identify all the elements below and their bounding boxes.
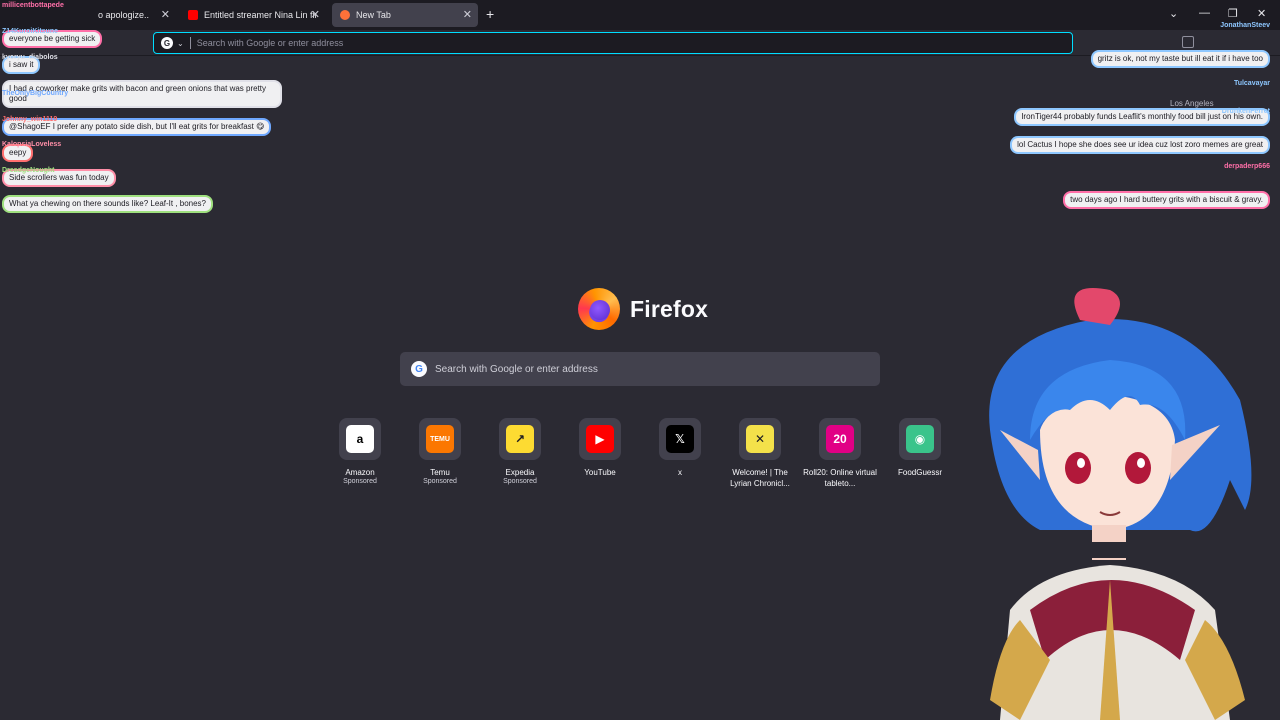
vtuber-avatar (989, 288, 1252, 720)
tile-label: Roll20: Online virtual tableto... (803, 468, 877, 488)
tile-label: FoodGuessr (897, 468, 943, 477)
google-icon: G (411, 361, 427, 377)
youtube-icon: ▶ (586, 425, 614, 453)
foodguessr-icon: ◉ (906, 425, 934, 453)
tile-icon-frame: a (339, 418, 381, 460)
chat-username: derpaderp666 (1224, 163, 1270, 170)
tab-title: o apologize.. (98, 10, 150, 20)
top-site-tile[interactable]: TEMU Temu Sponsored (400, 418, 480, 489)
tab-entitled-streamer[interactable]: Entitled streamer Nina Lin finall ✕ (180, 3, 326, 27)
search-engine-icon[interactable]: G (161, 37, 173, 49)
chevron-down-icon[interactable]: ⌄ (177, 39, 184, 48)
top-sites: a Amazon Sponsored TEMU Temu Sponsored ↗ Expedi… (320, 418, 960, 489)
tile-label: Welcome! | The Lyrian Chronicl... (730, 468, 790, 488)
address-bar[interactable]: G ⌄ (153, 32, 1073, 54)
chat-username: Johnny_win1119 (2, 116, 58, 123)
restore-icon[interactable]: ❐ (1228, 7, 1238, 20)
chat-username: KalopsiaLoveless (2, 141, 62, 148)
tab-title: Entitled streamer Nina Lin finall (204, 10, 316, 20)
tile-icon-frame: ◉ (899, 418, 941, 460)
chat-username: TheOnlyBigCountry (2, 90, 69, 97)
chat-message: derpaderp666 two days ago I hard buttery … (1063, 163, 1270, 209)
close-icon[interactable]: ✕ (311, 8, 320, 21)
chat-username: DreadgeNought (2, 167, 55, 174)
tab-previous[interactable]: o apologize.. ✕ (90, 3, 176, 27)
chat-message: JonathanSteev gritz is ok, not my taste b… (1090, 22, 1270, 68)
top-site-tile[interactable]: ↗ Expedia Sponsored (480, 418, 560, 489)
sponsored-label: Sponsored (423, 478, 457, 485)
url-input[interactable] (196, 38, 1057, 48)
newtab-search-box[interactable]: G Search with Google or enter address (400, 352, 880, 386)
brand-wordmark: Firefox (630, 295, 709, 322)
chat-message: DrunkenFerret lol Cactus I hope she does … (1010, 108, 1270, 154)
minimize-icon[interactable]: — (1199, 7, 1210, 19)
x-icon: 𝕏 (666, 425, 694, 453)
top-site-tile[interactable]: 20 Roll20: Online virtual tableto... (800, 418, 880, 489)
roll20-icon: 20 (826, 425, 854, 453)
tab-strip: o apologize.. ✕ Entitled streamer Nina L… (0, 0, 1280, 30)
chat-text: two days ago I hard buttery grits with a… (1063, 191, 1270, 209)
chat-username: JonathanSteev (1220, 22, 1270, 29)
temu-icon: TEMU (426, 425, 454, 453)
weather-location: Los Angeles (1170, 99, 1214, 108)
list-all-tabs-icon[interactable]: ⌄ (1169, 7, 1178, 20)
lyrian-icon: ✕ (746, 425, 774, 453)
top-site-tile[interactable]: ✕ Welcome! | The Lyrian Chronicl... (720, 418, 800, 489)
sponsored-label: Sponsored (503, 478, 537, 485)
close-icon[interactable]: ✕ (161, 8, 170, 21)
tile-icon-frame: ↗ (499, 418, 541, 460)
top-site-tile[interactable]: 𝕏x (640, 418, 720, 489)
top-site-tile[interactable]: ◉ FoodGuessr (880, 418, 960, 489)
top-site-tile[interactable]: ▶ YouTube (560, 418, 640, 489)
chat-username: kyoryu_diabolos (2, 54, 58, 61)
search-placeholder: Search with Google or enter address (435, 363, 598, 375)
tile-icon-frame: TEMU (419, 418, 461, 460)
sponsored-label: Sponsored (343, 478, 377, 485)
chat-username: Z14KuroiKitsune (2, 28, 59, 35)
tile-icon-frame: 20 (819, 418, 861, 460)
tab-new-tab[interactable]: New Tab ✕ (332, 3, 478, 27)
chat-username: DrunkenFerret (1221, 108, 1270, 115)
tile-icon-frame: 𝕏 (659, 418, 701, 460)
navigation-toolbar: ↻ G ⌄ (0, 30, 1280, 56)
chat-text: What ya chewing on there sounds like? Le… (2, 195, 214, 213)
tile-icon-frame: ✕ (739, 418, 781, 460)
tab-title: New Tab (356, 10, 391, 20)
firefox-logo-icon (578, 288, 620, 330)
chat-text: gritz is ok, not my taste but ill eat it… (1090, 50, 1270, 68)
chat-text: lol Cactus I hope she does see ur idea c… (1010, 136, 1270, 154)
tile-icon-frame: ▶ (579, 418, 621, 460)
window-close-icon[interactable]: ✕ (1257, 7, 1266, 20)
top-site-tile[interactable]: a Amazon Sponsored (320, 418, 400, 489)
tile-label: x (678, 468, 682, 477)
new-tab-button[interactable]: + (486, 6, 494, 22)
divider (189, 37, 191, 49)
chat-username: Tulcavayar (1233, 80, 1270, 87)
close-icon[interactable]: ✕ (463, 8, 472, 21)
amazon-icon: a (346, 425, 374, 453)
youtube-favicon-icon (188, 10, 198, 20)
expedia-icon: ↗ (506, 425, 534, 453)
firefox-favicon-icon (340, 10, 350, 20)
firefox-branding: Firefox (578, 288, 708, 330)
tile-label: YouTube (584, 468, 616, 477)
chat-username: millicentbottapede (2, 2, 64, 9)
chat-message: DreadgeNought What ya chewing on there so… (2, 167, 214, 213)
